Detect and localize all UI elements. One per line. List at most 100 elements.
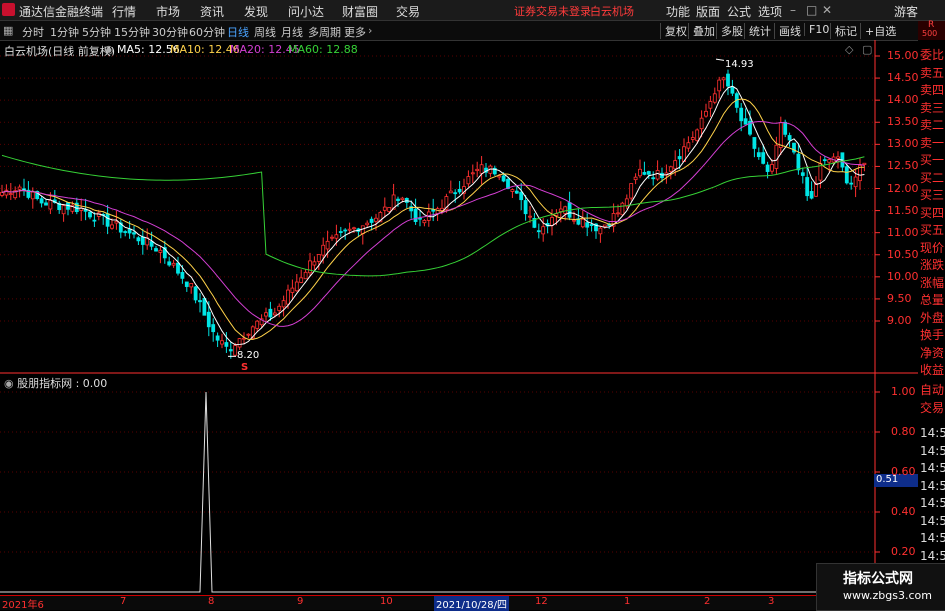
candle-body [770, 164, 774, 172]
candle-body [272, 312, 277, 316]
period-30min[interactable]: 30分钟 [152, 24, 188, 40]
menu-item-trade[interactable]: 交易 [396, 3, 420, 20]
trade-time: 14:56 [920, 426, 945, 440]
quote-label: 总量 [920, 293, 945, 307]
candle-body [633, 176, 638, 181]
quote-side-panel: 委比 卖五 卖四 卖三 卖二 卖一 买一 买二 买三 买四 买五 现价 涨跌 涨幅 总量 外盘 换手 净资 收益 自动… [918, 40, 945, 598]
close-icon[interactable]: ✕ [822, 3, 832, 17]
candle-body [862, 162, 867, 165]
more-chevron-icon[interactable]: › [368, 24, 372, 37]
btn-stats[interactable]: 统计 [744, 23, 771, 39]
candle-body [809, 191, 814, 199]
trade-time: 14:56 [920, 531, 945, 545]
candle-body [642, 172, 647, 175]
candle-body [668, 166, 673, 172]
candle-body [149, 241, 154, 247]
btn-overlay[interactable]: 叠加 [688, 23, 715, 39]
r-badge[interactable]: R 500 [918, 20, 945, 40]
date-label: 10 [380, 596, 393, 607]
high-price-label: 14.93 [725, 59, 754, 70]
indicator-title: ◉ 股朋指标网 : 0.00 [4, 375, 107, 391]
btn-multi-stock[interactable]: 多股 [716, 23, 743, 39]
candle-body [708, 101, 713, 109]
menu-item-quotes[interactable]: 行情 [112, 3, 136, 20]
kline-chart[interactable] [0, 40, 918, 595]
candle-body [624, 198, 629, 207]
period-1min[interactable]: 1分钟 [50, 24, 79, 40]
quote-label: 收益 [920, 363, 945, 377]
candle-body [110, 224, 114, 229]
period-daily[interactable]: 日线 [227, 24, 249, 40]
btn-adjust[interactable]: 复权 [660, 23, 687, 39]
menu-item-market[interactable]: 市场 [156, 3, 180, 20]
candle-body [563, 206, 568, 214]
candle-body [646, 171, 651, 175]
candle-body [400, 197, 405, 200]
candle-body [712, 93, 717, 103]
candle-body [550, 217, 554, 226]
candle-body [422, 220, 427, 224]
menu-item-layout[interactable]: 版面 [696, 3, 720, 20]
candle-body [673, 160, 678, 170]
candle-body [303, 271, 308, 280]
candle-body [189, 282, 194, 288]
candle-body [198, 300, 202, 303]
menu-item-options[interactable]: 选项 [758, 3, 782, 20]
menu-item-discover[interactable]: 发现 [244, 3, 268, 20]
candle-body [514, 190, 519, 194]
menu-item-function[interactable]: 功能 [666, 3, 690, 20]
quote-label: 买二 [920, 170, 945, 185]
candle-body [699, 117, 704, 130]
candle-body [365, 222, 370, 226]
date-label: 2 [704, 596, 711, 607]
trade-time: 14:56 [920, 513, 945, 528]
candle-body [787, 135, 792, 141]
candle-body [717, 79, 722, 92]
period-5min[interactable]: 5分钟 [82, 24, 111, 40]
candle-body [479, 164, 484, 174]
candle-body [497, 175, 502, 178]
r-badge-number: 500 [922, 29, 938, 38]
candle-body [589, 224, 594, 227]
login-notice[interactable]: 证券交易未登录 [514, 3, 591, 19]
period-15min[interactable]: 15分钟 [114, 24, 150, 40]
indicator-tick-label: 0.80 [891, 425, 916, 438]
candle-body [602, 224, 607, 228]
candle-body [638, 168, 642, 177]
price-tick-label: 11.00 [887, 225, 919, 239]
period-timeshare[interactable]: 分时 [22, 24, 44, 40]
candle-body [48, 199, 53, 210]
low-price-label: 8.20 [237, 350, 260, 361]
candle-body [158, 249, 163, 253]
menu-item-wealth[interactable]: 财富圈 [342, 3, 378, 20]
minimize-icon[interactable]: – [790, 3, 796, 17]
period-60min[interactable]: 60分钟 [189, 24, 225, 40]
candle-body [726, 73, 730, 87]
period-weekly[interactable]: 周线 [254, 24, 276, 40]
layout-icon[interactable]: ▦ [3, 24, 13, 37]
watermark: 指标公式网 www.zbgs3.com [816, 563, 945, 611]
indicator-settings-icon[interactable]: ◉ [4, 377, 14, 390]
quote-label: 自动 [920, 383, 945, 397]
date-label: 8 [208, 596, 215, 607]
candle-body [132, 232, 136, 235]
candle-body [585, 222, 590, 228]
menu-item-ask[interactable]: 问小达 [288, 3, 324, 20]
candle-body [501, 175, 506, 182]
btn-add-watchlist[interactable]: +自选 [860, 23, 896, 39]
user-guest[interactable]: 游客 [894, 3, 918, 20]
candle-body [598, 227, 603, 235]
restore-icon[interactable]: □ [806, 3, 817, 17]
candle-body [140, 236, 145, 245]
candle-body [523, 200, 528, 215]
candle-body [347, 228, 352, 231]
period-monthly[interactable]: 月线 [281, 24, 303, 40]
btn-f10[interactable]: F10 [804, 23, 829, 36]
period-multi[interactable]: 多周期 [308, 24, 341, 40]
candle-body [396, 198, 400, 201]
btn-draw[interactable]: 画线 [774, 23, 801, 39]
menu-item-formula[interactable]: 公式 [727, 3, 751, 20]
menu-item-news[interactable]: 资讯 [200, 3, 224, 20]
period-more[interactable]: 更多 [344, 24, 366, 40]
btn-mark[interactable]: 标记 [830, 23, 857, 39]
